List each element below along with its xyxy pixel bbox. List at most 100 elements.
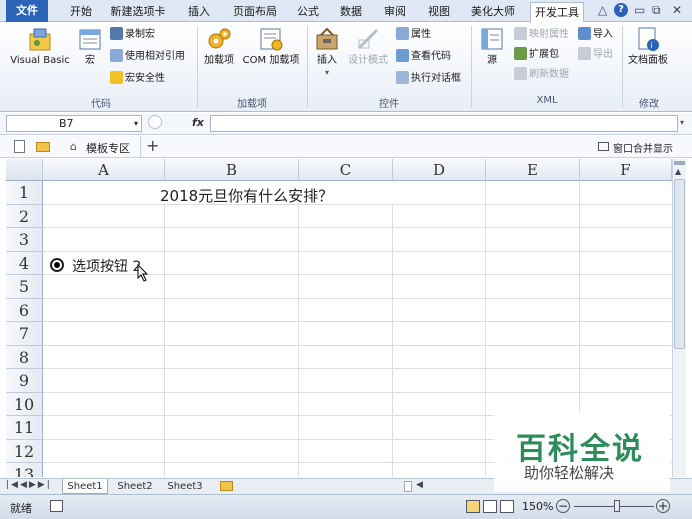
close-icon[interactable]: ✕: [672, 3, 682, 17]
properties-button[interactable]: 属性: [396, 26, 431, 43]
column-header-f[interactable]: F: [580, 159, 672, 181]
divider: [140, 136, 141, 158]
template-zone-tab[interactable]: 模板专区: [86, 140, 130, 156]
sheet-nav-icon[interactable]: |◀◀▶▶|: [6, 480, 52, 490]
sheet-tab-3[interactable]: Sheet3: [162, 479, 208, 494]
row-header-8[interactable]: 8: [6, 346, 43, 369]
window-merge-icon: [598, 142, 609, 151]
tab-view[interactable]: 视图: [424, 2, 454, 22]
row-header-10[interactable]: 10: [6, 393, 43, 416]
xml-export-button[interactable]: 导出: [578, 46, 613, 63]
column-header-b[interactable]: B: [165, 159, 299, 181]
record-macro-button[interactable]: 录制宏: [110, 26, 155, 43]
zoom-in-button[interactable]: +: [656, 499, 670, 513]
tab-new[interactable]: 新建选项卡: [108, 2, 168, 22]
insert-control-button[interactable]: 插入 ▾: [312, 26, 342, 79]
insert-function-icon[interactable]: fx: [192, 116, 204, 129]
minimize-icon[interactable]: ▭: [634, 3, 645, 17]
refresh-data-button[interactable]: 刷新数据: [514, 66, 569, 83]
addins-button[interactable]: 加载项: [202, 26, 236, 67]
expansion-pack-icon: [514, 47, 527, 60]
zoom-out-button[interactable]: −: [556, 499, 570, 513]
tab-developer[interactable]: 开发工具: [530, 2, 584, 23]
mouse-cursor-icon: [137, 264, 149, 282]
map-properties-label: 映射属性: [529, 29, 569, 40]
column-header-e[interactable]: E: [486, 159, 580, 181]
sheet-tab-1[interactable]: Sheet1: [62, 479, 108, 494]
merge-window-button[interactable]: 窗口合并显示: [613, 140, 673, 155]
row-header-6[interactable]: 6: [6, 299, 43, 322]
scroll-thumb[interactable]: [674, 179, 685, 349]
view-code-button[interactable]: 查看代码: [396, 48, 451, 65]
expand-formula-icon[interactable]: ▾: [680, 118, 684, 127]
page-break-view-icon[interactable]: [500, 500, 514, 513]
insert-sheet-icon[interactable]: [220, 481, 233, 491]
tab-split-handle[interactable]: [404, 481, 412, 492]
split-handle[interactable]: [674, 161, 685, 165]
new-document-icon[interactable]: [14, 140, 25, 153]
name-box[interactable]: B7 ▾: [6, 115, 142, 132]
com-addins-button[interactable]: COM 加载项: [240, 26, 302, 67]
scroll-left-icon[interactable]: ◀: [416, 480, 423, 490]
column-header-c[interactable]: C: [299, 159, 393, 181]
macro-security-button[interactable]: 宏安全性: [110, 70, 165, 87]
page-layout-view-icon[interactable]: [483, 500, 497, 513]
visual-basic-button[interactable]: Visual Basic: [8, 26, 72, 67]
tab-data[interactable]: 数据: [336, 2, 366, 22]
warning-icon: [110, 71, 123, 84]
row-header-7[interactable]: 7: [6, 322, 43, 346]
restore-icon[interactable]: ⧉: [652, 3, 661, 18]
gridline: [43, 321, 672, 322]
document-panel-button[interactable]: i 文档面板: [626, 26, 670, 67]
run-dialog-button[interactable]: 执行对话框: [396, 70, 461, 87]
row-header-13[interactable]: 13: [6, 463, 43, 477]
row-header-9[interactable]: 9: [6, 369, 43, 393]
row-header-2[interactable]: 2: [6, 205, 43, 228]
normal-view-icon[interactable]: [466, 500, 480, 513]
chevron-down-icon[interactable]: ▾: [134, 116, 138, 131]
svg-text:i: i: [651, 41, 653, 50]
gridline: [485, 181, 486, 477]
expansion-pack-button[interactable]: 扩展包: [514, 46, 559, 63]
design-mode-button[interactable]: 设计模式: [346, 26, 390, 67]
tab-beautify[interactable]: 美化大师: [470, 2, 516, 22]
formula-bar: B7 ▾ fx ▾: [0, 113, 692, 135]
xml-source-icon: [479, 26, 505, 52]
row-header-4[interactable]: 4: [6, 252, 43, 275]
xml-source-button[interactable]: 源: [478, 26, 506, 67]
tab-review[interactable]: 审阅: [380, 2, 410, 22]
record-macro-status-icon[interactable]: [50, 500, 63, 512]
help-icon[interactable]: ?: [614, 3, 628, 17]
ribbon-tab-bar: 文件 开始 新建选项卡 插入 页面布局 公式 数据 审阅 视图 美化大师 开发工…: [0, 0, 692, 23]
tab-formulas[interactable]: 公式: [294, 2, 322, 22]
view-code-icon: [396, 49, 409, 62]
relative-ref-button[interactable]: 使用相对引用: [110, 48, 185, 65]
formula-expand-icon[interactable]: [148, 115, 162, 129]
column-header-a[interactable]: A: [43, 159, 165, 181]
row-header-11[interactable]: 11: [6, 416, 43, 440]
tab-home[interactable]: 开始: [66, 2, 96, 22]
column-header-d[interactable]: D: [393, 159, 486, 181]
tab-file[interactable]: 文件: [6, 0, 48, 22]
row-header-1[interactable]: 1: [6, 181, 43, 205]
tab-insert[interactable]: 插入: [184, 2, 214, 22]
row-header-12[interactable]: 12: [6, 440, 43, 463]
vertical-scrollbar[interactable]: ▲: [672, 159, 686, 477]
map-properties-button[interactable]: 映射属性: [514, 26, 569, 43]
visual-basic-label: Visual Basic: [10, 55, 70, 66]
xml-import-button[interactable]: 导入: [578, 26, 613, 43]
sheet-tab-2[interactable]: Sheet2: [112, 479, 158, 494]
xml-import-label: 导入: [593, 29, 613, 40]
add-tab-button[interactable]: +: [146, 136, 159, 155]
row-header-3[interactable]: 3: [6, 228, 43, 252]
select-all-corner[interactable]: [6, 159, 43, 181]
scroll-up-icon[interactable]: ▲: [675, 167, 681, 176]
zoom-slider-thumb[interactable]: [614, 500, 620, 512]
zoom-level[interactable]: 150%: [522, 500, 553, 513]
folder-icon[interactable]: [36, 142, 50, 152]
row-header-5[interactable]: 5: [6, 275, 43, 299]
tab-page-layout[interactable]: 页面布局: [230, 2, 280, 22]
macros-button[interactable]: 宏: [76, 26, 104, 67]
formula-input[interactable]: [210, 115, 678, 132]
collapse-ribbon-icon[interactable]: △: [598, 3, 607, 17]
